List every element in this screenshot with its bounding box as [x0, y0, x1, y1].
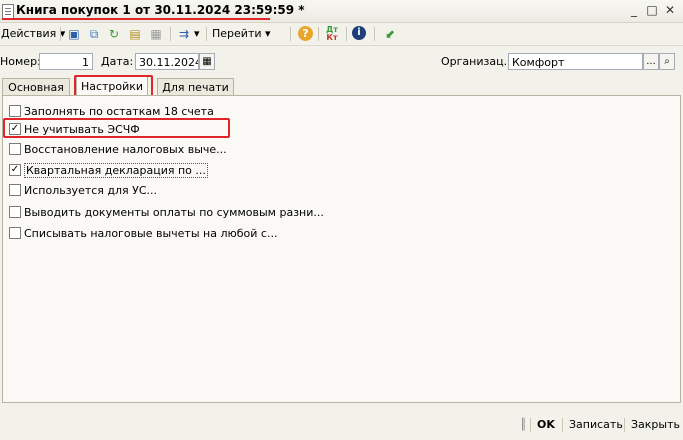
maximize-button[interactable]: □	[645, 3, 659, 17]
setting-quarterly-declaration[interactable]: ✓ Квартальная декларация по ...	[9, 162, 208, 178]
tab-main[interactable]: Основная	[2, 78, 70, 95]
goto-label: Перейти	[212, 27, 262, 40]
refresh-icon[interactable]: ↻	[106, 26, 122, 42]
organization-select-button[interactable]: ...	[643, 53, 659, 70]
checkbox[interactable]	[9, 227, 21, 239]
window-title: Книга покупок 1 от 30.11.2024 23:59:59 *	[16, 3, 305, 17]
title-bar: Книга покупок 1 от 30.11.2024 23:59:59 *…	[0, 0, 683, 23]
number-field[interactable]: 1	[39, 53, 93, 70]
number-label: Номер:	[0, 55, 41, 68]
setting-used-for-us[interactable]: Используется для УС...	[9, 182, 157, 198]
setting-label: Выводить документы оплаты по суммовым ра…	[24, 205, 324, 219]
export-icon[interactable]: ⬋	[382, 26, 398, 42]
setting-fill-by-balance[interactable]: Заполнять по остаткам 18 счета	[9, 103, 214, 119]
checkbox[interactable]	[9, 184, 21, 196]
chevron-down-icon: ▾	[265, 27, 271, 40]
goto-menu[interactable]: Перейти ▾	[212, 26, 271, 42]
setting-label: Восстановление налоговых выче...	[24, 142, 227, 156]
actions-menu[interactable]: Действия ▾	[1, 26, 65, 42]
document-icon	[2, 4, 14, 19]
tab-print[interactable]: Для печати	[157, 78, 234, 95]
resize-grip-icon: ║	[520, 418, 527, 431]
organization-label: Организац...	[441, 55, 515, 68]
date-field[interactable]: 30.11.2024	[135, 53, 199, 70]
ok-button[interactable]: OK	[537, 418, 555, 431]
save-icon[interactable]: ▣	[66, 26, 82, 42]
checkbox-checked[interactable]: ✓	[9, 164, 21, 176]
close-button[interactable]: ✕	[663, 3, 677, 17]
footer-divider	[562, 418, 563, 432]
footer-divider	[624, 418, 625, 432]
organization-field[interactable]: Комфорт	[508, 53, 643, 70]
setting-tax-deduction-restore[interactable]: Восстановление налоговых выче...	[9, 141, 227, 157]
chevron-down-icon[interactable]: ▾	[194, 26, 200, 42]
toolbar: Действия ▾ ▣ ⧉ ↻ ▤ ▦ ⇉ ▾ Перейти ▾ ? Дт К…	[0, 23, 683, 46]
info-icon[interactable]: i	[352, 26, 366, 40]
setting-label: Квартальная декларация по ...	[24, 162, 208, 178]
toolbar-divider	[374, 27, 375, 41]
toolbar-divider	[318, 27, 319, 41]
debit-credit-icon[interactable]: Дт Кт	[324, 26, 340, 42]
setting-label: Заполнять по остаткам 18 счета	[24, 104, 214, 118]
toolbar-divider	[60, 27, 61, 41]
setting-label: Используется для УС...	[24, 183, 158, 197]
calendar-icon[interactable]: ▦	[199, 53, 215, 70]
move-icon[interactable]: ⇉	[176, 26, 192, 42]
toolbar-divider	[290, 27, 291, 41]
save-button[interactable]: Записать	[569, 418, 623, 431]
help-icon[interactable]: ?	[298, 26, 313, 41]
checkbox[interactable]	[9, 105, 21, 117]
bottom-bar: ║ OK Записать Закрыть	[0, 413, 683, 437]
settings-tab-highlight	[74, 75, 153, 97]
search-icon[interactable]: ⌕	[659, 53, 675, 70]
setting-show-payment-docs[interactable]: Выводить документы оплаты по суммовым ра…	[9, 204, 324, 220]
setting-write-off-deductions[interactable]: Списывать налоговые вычеты на любой с...	[9, 225, 277, 241]
checkbox[interactable]	[9, 206, 21, 218]
actions-label: Действия	[1, 27, 57, 40]
documents-icon[interactable]: ▤	[127, 26, 143, 42]
checkbox[interactable]	[9, 143, 21, 155]
date-label: Дата:	[101, 55, 134, 68]
minimize-button[interactable]: _	[627, 3, 641, 17]
title-highlight-underline	[2, 18, 270, 20]
settings-panel: Заполнять по остаткам 18 счета ✓ Не учит…	[2, 95, 681, 403]
close-form-button[interactable]: Закрыть	[631, 418, 680, 431]
toolbar-divider	[170, 27, 171, 41]
setting-label: Списывать налоговые вычеты на любой с...	[24, 226, 278, 240]
toolbar-divider	[346, 27, 347, 41]
copy-icon[interactable]: ⧉	[86, 26, 102, 42]
delete-icon[interactable]: ▦	[148, 26, 164, 42]
toolbar-divider	[206, 27, 207, 41]
footer-divider	[530, 418, 531, 432]
ignore-eschf-highlight	[3, 118, 230, 138]
